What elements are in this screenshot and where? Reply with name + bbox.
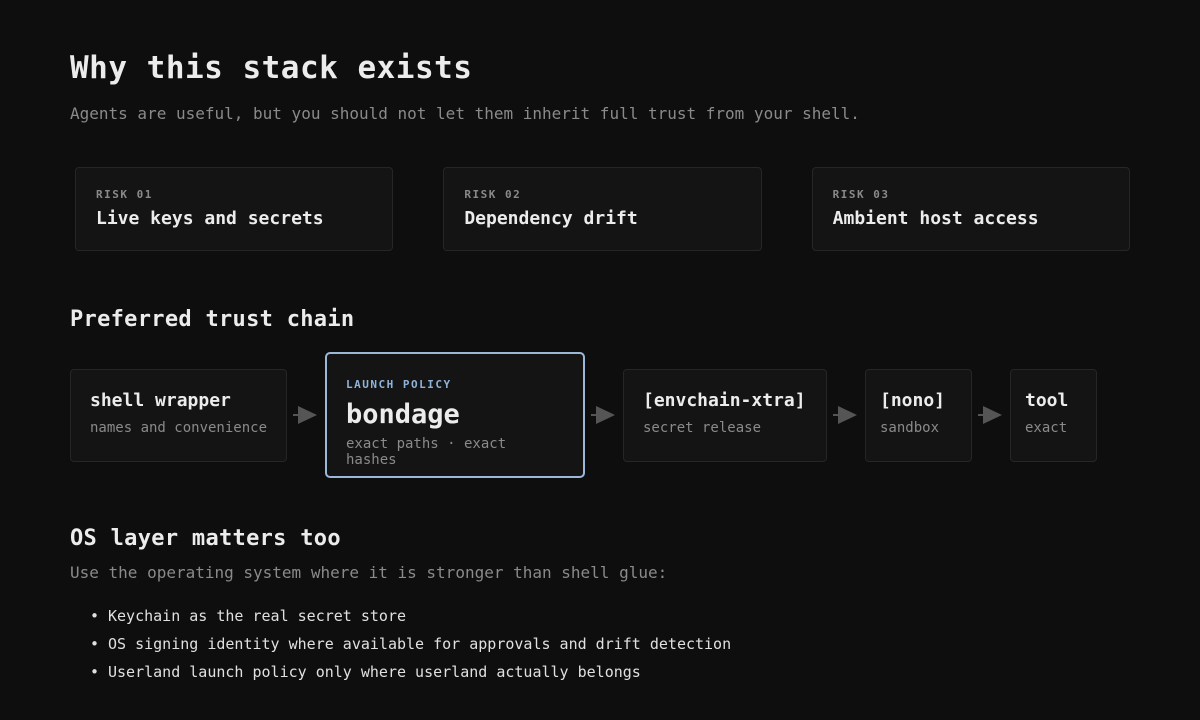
launch-policy-tag: LAUNCH POLICY: [346, 378, 452, 391]
page-title: Why this stack exists: [70, 50, 473, 86]
bullet-icon: •: [90, 635, 100, 653]
risk-tag: RISK 03: [832, 188, 890, 201]
bullet-icon: •: [90, 663, 100, 681]
chain-node-nono: [nono] sandbox: [865, 368, 972, 462]
bullet-icon: •: [90, 607, 100, 625]
risk-tag: RISK 02: [464, 188, 522, 201]
chain-node-shell-wrapper: shell wrapper names and convenience: [70, 368, 287, 462]
page: Why this stack exists Agents are useful,…: [0, 0, 1200, 720]
node-name: tool: [1025, 389, 1069, 411]
chain-node-bondage: LAUNCH POLICY bondage exact paths · exac…: [325, 352, 585, 478]
list-item-text: OS signing identity where available for …: [108, 635, 732, 653]
os-layer-list: • Keychain as the real secret store • OS s…: [70, 602, 1130, 686]
risk-card-1: RISK 01 Live keys and secrets: [75, 167, 394, 251]
arrow-right-icon: [585, 405, 623, 425]
chain-node-tool: tool exact: [1010, 368, 1097, 462]
risk-cards: RISK 01 Live keys and secrets RISK 02 De…: [70, 167, 1130, 251]
node-subtitle: sandbox: [880, 419, 940, 436]
node-name: [envchain-xtra]: [643, 389, 806, 411]
node-subtitle: names and convenience: [90, 419, 268, 436]
node-subtitle: exact paths · exact hashes: [346, 436, 507, 468]
risk-title: Live keys and secrets: [96, 208, 324, 229]
node-name: bondage: [346, 399, 460, 430]
trust-chain-title: Preferred trust chain: [70, 307, 355, 332]
node-subtitle: exact: [1025, 419, 1068, 436]
arrow-right-icon: [287, 405, 325, 425]
risk-title: Dependency drift: [464, 208, 638, 229]
node-subtitle: secret release: [643, 419, 762, 436]
risk-tag: RISK 01: [96, 188, 153, 201]
list-item-text: Keychain as the real secret store: [108, 607, 407, 625]
os-layer-title: OS layer matters too: [70, 526, 341, 551]
os-layer-subtitle: Use the operating system where it is str…: [70, 563, 668, 582]
list-item-text: Userland launch policy only where userla…: [108, 663, 641, 681]
arrow-right-icon: [972, 405, 1010, 425]
node-name: shell wrapper: [90, 389, 231, 411]
list-item: • Keychain as the real secret store: [90, 602, 1130, 630]
list-item: • OS signing identity where available for…: [90, 630, 1130, 658]
risk-card-2: RISK 02 Dependency drift: [443, 167, 762, 251]
arrow-right-icon: [827, 405, 865, 425]
list-item: • Userland launch policy only where userl…: [90, 658, 1130, 686]
risk-card-3: RISK 03 Ambient host access: [811, 167, 1130, 251]
trust-chain: shell wrapper names and convenience LAUN…: [70, 352, 1130, 478]
node-name: [nono]: [880, 389, 946, 411]
chain-node-envchain-xtra: [envchain-xtra] secret release: [623, 368, 827, 462]
risk-title: Ambient host access: [832, 208, 1039, 229]
page-subtitle: Agents are useful, but you should not le…: [70, 104, 860, 123]
